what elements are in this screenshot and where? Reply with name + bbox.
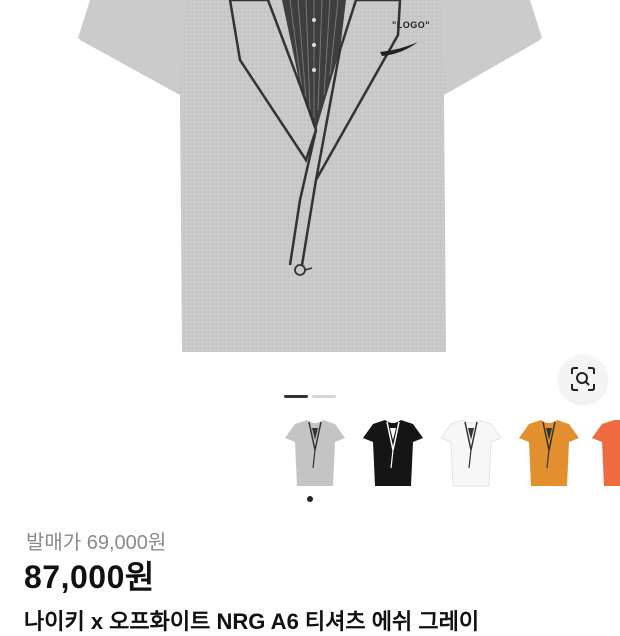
thumbnail-red-orange[interactable]	[592, 420, 620, 492]
selected-thumbnail-indicator	[307, 496, 313, 502]
gallery-pager	[284, 395, 336, 399]
thumbnail-orange[interactable]	[514, 420, 584, 492]
thumbnail-black[interactable]	[358, 420, 428, 492]
release-price: 발매가 69,000원	[26, 532, 167, 554]
image-search-button[interactable]	[559, 355, 607, 403]
thumbnail-white[interactable]	[436, 420, 506, 492]
graphic-label: "LOGO"	[392, 20, 431, 30]
color-thumbnail-list	[0, 420, 620, 495]
thumbnail-gray[interactable]	[280, 420, 350, 492]
tshirt-graphic	[78, 0, 542, 352]
product-image[interactable]: "LOGO"	[0, 0, 620, 380]
current-price: 87,000원	[24, 559, 155, 595]
pager-indicator-active	[284, 395, 308, 398]
pager-indicator	[312, 395, 336, 398]
image-search-icon	[571, 367, 595, 391]
product-title: 나이키 x 오프화이트 NRG A6 티셔츠 에쉬 그레이	[24, 609, 480, 634]
